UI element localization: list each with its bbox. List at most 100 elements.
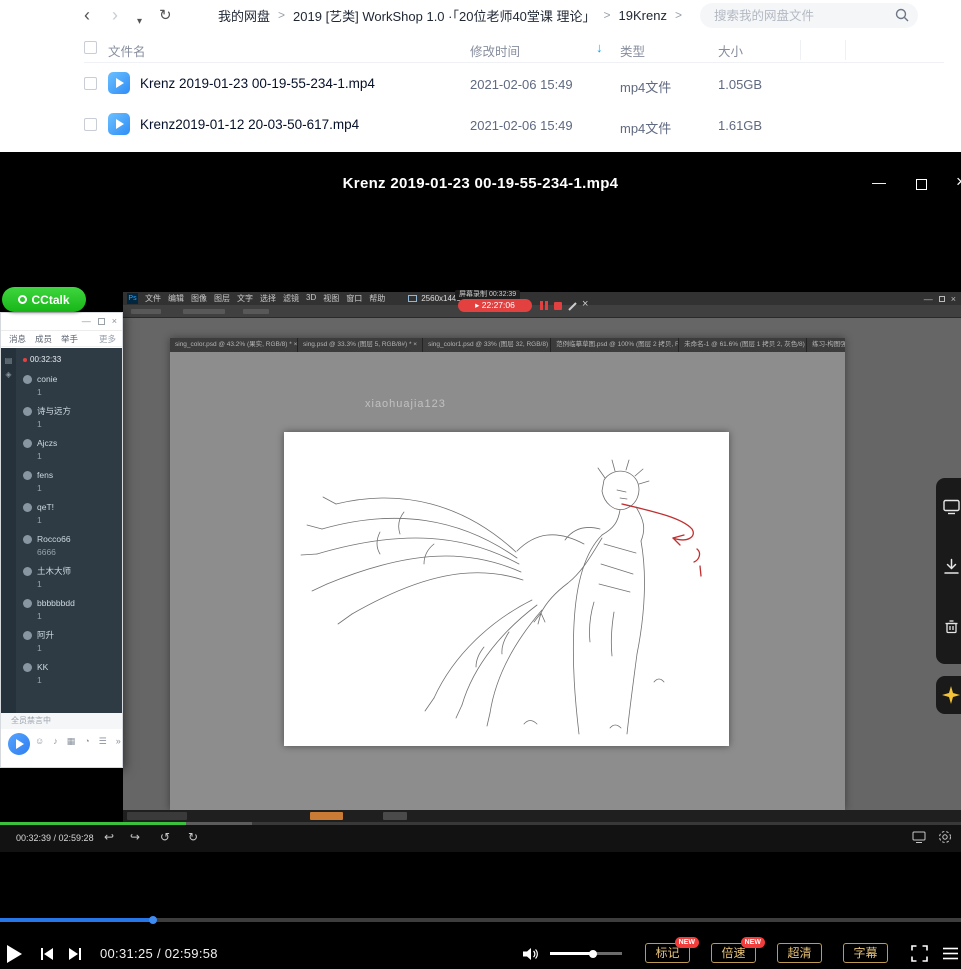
chat-message-text: 6666 <box>37 547 122 557</box>
next-button[interactable] <box>68 947 82 961</box>
breadcrumb-item[interactable]: 我的网盘 <box>218 6 270 25</box>
history-dropdown-icon[interactable]: ▾ <box>137 9 142 35</box>
cctalk-chat-area: ▤◈ 00:32:33 conie 1 <box>1 348 122 713</box>
column-filename[interactable]: 文件名 <box>108 41 146 60</box>
feature-button[interactable]: 标记 NEW <box>645 943 690 963</box>
progress-knob[interactable] <box>149 916 157 924</box>
video-file-icon <box>108 72 130 94</box>
recorded-settings-icon <box>938 830 952 844</box>
play-button[interactable] <box>7 945 22 963</box>
close-button[interactable]: × <box>956 172 961 192</box>
sparkle-icon[interactable] <box>942 686 960 704</box>
search-icon[interactable] <box>895 8 909 22</box>
search-input[interactable] <box>714 3 884 28</box>
chat-user-name: KK <box>37 662 122 672</box>
recorded-replay-icon: ↺ <box>160 829 170 845</box>
video-player-window: Krenz 2019-01-23 00-19-55-234-1.mp4 — × … <box>0 152 961 969</box>
ps-document-tab: 练习-构图强化.psd @ 100% (背景, RGB/8#) × <box>807 338 845 352</box>
chat-user-name: 土木大师 <box>37 566 122 576</box>
avatar <box>23 535 32 544</box>
breadcrumb-separator: > <box>278 8 285 22</box>
avatar <box>23 663 32 672</box>
file-name[interactable]: Krenz2019-01-12 20-03-50-617.mp4 <box>140 117 359 132</box>
delete-icon[interactable] <box>943 618 960 635</box>
chat-message-text: 1 <box>37 451 122 461</box>
file-manager: ‹ › ▾ ↻ 我的网盘 > 2019 [艺类] WorkShop 1.0 ·「… <box>0 0 961 152</box>
sort-desc-icon[interactable]: ↓ <box>596 40 603 55</box>
breadcrumb-item[interactable]: 19Krenz <box>619 8 667 23</box>
chat-message-text: 1 <box>37 579 122 589</box>
video-surface[interactable]: Ps 文件编辑图像图层文字选择滤镜3D视图窗口帮助 2560x1440 ▤▦ —… <box>0 290 961 852</box>
avatar <box>23 439 32 448</box>
column-modified[interactable]: 修改时间 <box>470 41 520 60</box>
playlist-icon[interactable] <box>943 946 959 961</box>
refresh-icon[interactable]: ↻ <box>159 3 172 29</box>
chat-message-text: 1 <box>37 387 122 397</box>
minimize-button[interactable]: — <box>872 174 886 190</box>
ps-maximize-icon <box>939 296 945 302</box>
watermark-text: xiaohuajia123 <box>365 398 446 410</box>
volume-icon[interactable] <box>522 947 540 961</box>
file-name[interactable]: Krenz 2019-01-23 00-19-55-234-1.mp4 <box>140 76 375 91</box>
recorded-taskbar <box>123 810 961 822</box>
previous-button[interactable] <box>40 947 54 961</box>
fullscreen-icon[interactable] <box>911 945 928 962</box>
cctalk-tab: 成员 <box>35 333 52 345</box>
ps-menu-item: 图层 <box>214 293 230 304</box>
row-checkbox[interactable] <box>84 77 97 90</box>
progress-fill <box>0 918 153 922</box>
monitor-icon <box>408 295 417 302</box>
cctalk-toolbar-icon: ▦ <box>67 736 76 747</box>
record-dot-icon <box>23 358 27 362</box>
download-icon[interactable] <box>943 558 960 575</box>
cctalk-rail-icon: ◈ <box>1 368 16 382</box>
avatar <box>23 599 32 608</box>
feature-button[interactable]: 超清 <box>777 943 822 963</box>
volume-slider[interactable] <box>550 952 622 955</box>
progress-bar[interactable] <box>0 918 961 922</box>
chat-message: 诗与远方 1 <box>23 406 122 438</box>
chat-user-name: 诗与远方 <box>37 406 122 416</box>
avatar <box>23 471 32 480</box>
table-row[interactable]: Krenz2019-01-12 20-03-50-617.mp4 2021-02… <box>0 105 961 146</box>
ps-minimize-icon: — <box>924 294 933 304</box>
forward-icon[interactable]: › <box>112 2 118 28</box>
cctalk-toolbar: ☺♪▦◔☰» <box>1 729 122 767</box>
cctalk-titlebar: — × <box>1 313 122 331</box>
maximize-button[interactable] <box>916 179 927 190</box>
row-checkbox[interactable] <box>84 118 97 131</box>
column-size[interactable]: 大小 <box>718 41 743 60</box>
chat-message-text: 1 <box>37 515 122 525</box>
cctalk-message-list: conie 1 诗与远方 1 A <box>16 370 122 713</box>
file-type: mp4文件 <box>620 118 671 137</box>
select-all-checkbox[interactable] <box>84 41 97 54</box>
cctalk-send-button <box>8 733 30 755</box>
column-type[interactable]: 类型 <box>620 41 645 60</box>
table-row[interactable]: Krenz 2019-01-23 00-19-55-234-1.mp4 2021… <box>0 64 961 105</box>
avatar <box>23 375 32 384</box>
chat-message: KK 1 <box>23 662 122 694</box>
back-icon[interactable]: ‹ <box>84 2 90 28</box>
ps-window-controls: — × <box>924 292 956 305</box>
ps-document-tab: sing_color.psd @ 43.2% (果实, RGB/8) * × <box>170 338 298 352</box>
chat-message: Ajczs 1 <box>23 438 122 470</box>
ps-menu-item: 3D <box>306 293 316 304</box>
ps-close-icon: × <box>951 294 956 304</box>
avatar <box>23 407 32 416</box>
feature-button[interactable]: 倍速 NEW <box>711 943 756 963</box>
cctalk-close-icon: × <box>112 316 117 326</box>
red-annotation-arrow <box>622 504 701 576</box>
breadcrumb-item[interactable]: 2019 [艺类] WorkShop 1.0 ·「20位老师40堂课 理论」 <box>293 6 595 25</box>
ps-canvas: sing_color.psd @ 43.2% (果实, RGB/8) * ×si… <box>123 318 961 810</box>
file-modified: 2021-02-06 15:49 <box>470 118 573 133</box>
chat-user-name: Rocco66 <box>37 534 122 544</box>
chat-message-text: 1 <box>37 419 122 429</box>
cast-icon[interactable] <box>943 498 960 515</box>
cctalk-toolbar-icon: ♪ <box>53 736 58 747</box>
time-display: 00:31:25 / 02:59:58 <box>100 946 218 961</box>
ps-document-tab: sing.psd @ 33.3% (图层 5, RGB/8#) * × <box>298 338 423 352</box>
cctalk-minimize-icon: — <box>82 316 91 326</box>
feature-button[interactable]: 字幕 <box>843 943 888 963</box>
recorded-time: 00:32:39 / 02:59:28 <box>16 833 94 843</box>
volume-knob[interactable] <box>589 950 597 958</box>
